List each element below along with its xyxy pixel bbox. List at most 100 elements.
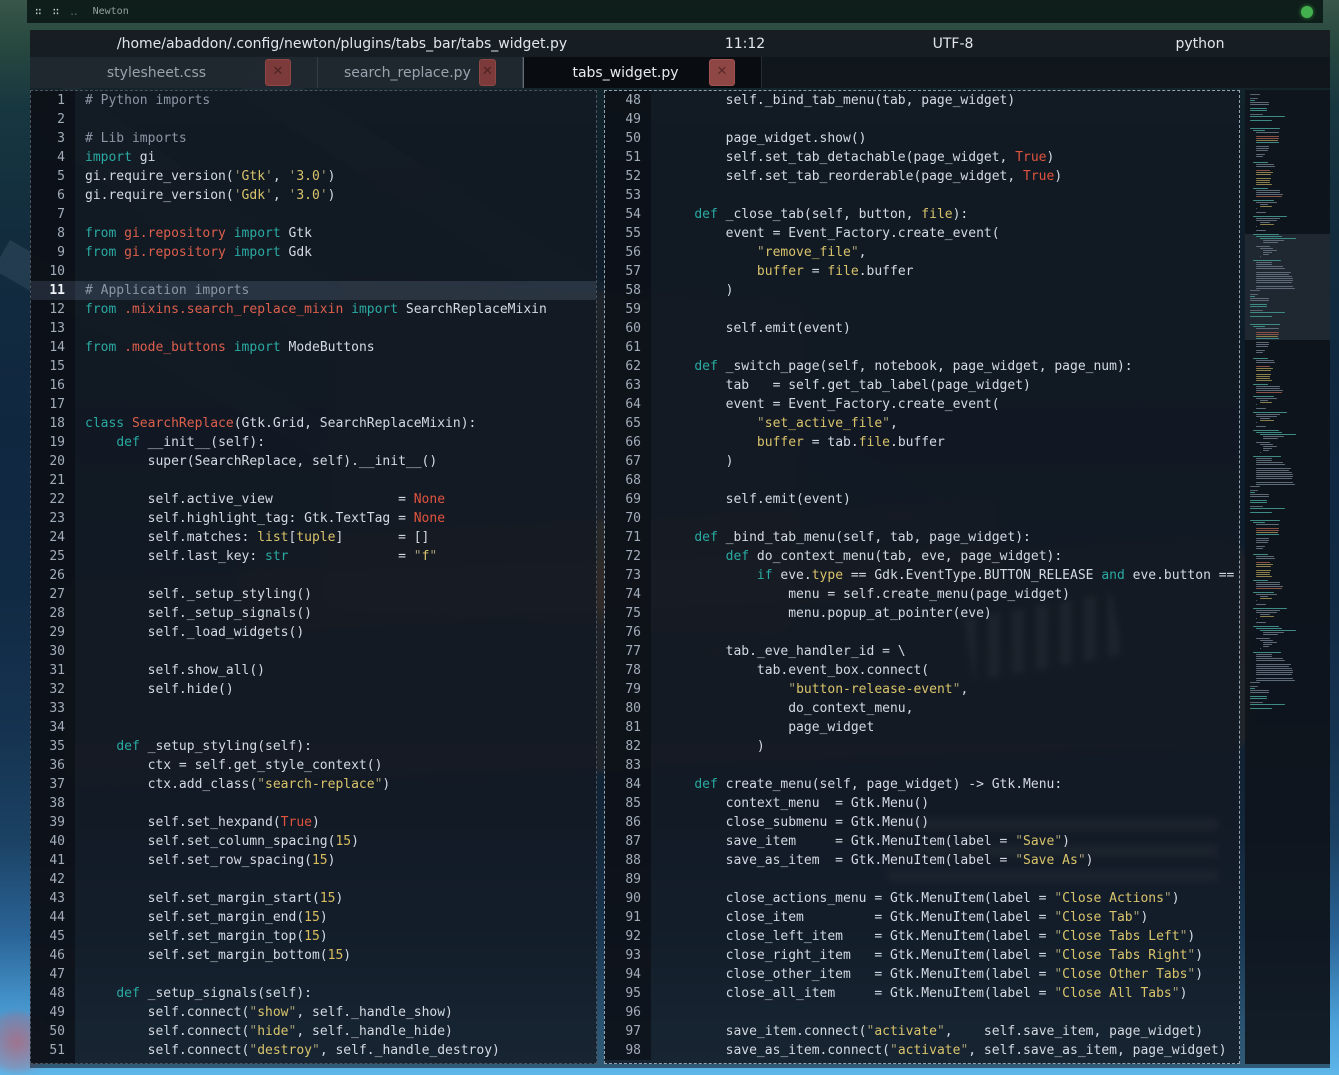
code-line[interactable]: 55 event = Event_Factory.create_event( bbox=[605, 224, 1239, 243]
code-line[interactable]: 56 "remove_file", bbox=[605, 243, 1239, 262]
code-line[interactable]: 31 self.show_all() bbox=[31, 661, 596, 680]
code-line[interactable]: 4import gi bbox=[31, 148, 596, 167]
code-line[interactable]: 37 ctx.add_class("search-replace") bbox=[31, 775, 596, 794]
code-line[interactable]: 74 menu = self.create_menu(page_widget) bbox=[605, 585, 1239, 604]
code-line[interactable]: 62 def _switch_page(self, notebook, page… bbox=[605, 357, 1239, 376]
code-line[interactable]: 15 bbox=[31, 357, 596, 376]
code-line[interactable]: 39 self.set_hexpand(True) bbox=[31, 813, 596, 832]
code-line[interactable]: 59 bbox=[605, 300, 1239, 319]
code-line[interactable]: 46 self.set_margin_bottom(15) bbox=[31, 946, 596, 965]
code-line[interactable]: 8from gi.repository import Gtk bbox=[31, 224, 596, 243]
code-line[interactable]: 70 bbox=[605, 509, 1239, 528]
tab-stylesheet-css[interactable]: stylesheet.css✕ bbox=[30, 57, 318, 88]
code-line[interactable]: 22 self.active_view = None bbox=[31, 490, 596, 509]
code-line[interactable]: 50 self.connect("hide", self._handle_hid… bbox=[31, 1022, 596, 1041]
code-line[interactable]: 14from .mode_buttons import ModeButtons bbox=[31, 338, 596, 357]
code-line[interactable]: 27 self._setup_styling() bbox=[31, 585, 596, 604]
code-line[interactable]: 91 close_item = Gtk.MenuItem(label = "Cl… bbox=[605, 908, 1239, 927]
code-line[interactable]: 81 page_widget bbox=[605, 718, 1239, 737]
code-line[interactable]: 2 bbox=[31, 110, 596, 129]
code-line[interactable]: 11# Application imports bbox=[31, 281, 596, 300]
code-line[interactable]: 26 bbox=[31, 566, 596, 585]
code-line[interactable]: 41 self.set_row_spacing(15) bbox=[31, 851, 596, 870]
code-line[interactable]: 49 bbox=[605, 110, 1239, 129]
code-line[interactable]: 45 self.set_margin_top(15) bbox=[31, 927, 596, 946]
code-line[interactable]: 94 close_other_item = Gtk.MenuItem(label… bbox=[605, 965, 1239, 984]
code-line[interactable]: 38 bbox=[31, 794, 596, 813]
code-line[interactable]: 1# Python imports bbox=[31, 91, 596, 110]
code-line[interactable]: 63 tab = self.get_tab_label(page_widget) bbox=[605, 376, 1239, 395]
code-line[interactable]: 58 ) bbox=[605, 281, 1239, 300]
code-line[interactable]: 78 tab.event_box.connect( bbox=[605, 661, 1239, 680]
code-line[interactable]: 9from gi.repository import Gdk bbox=[31, 243, 596, 262]
code-line[interactable]: 95 close_all_item = Gtk.MenuItem(label =… bbox=[605, 984, 1239, 1003]
code-line[interactable]: 88 save_as_item = Gtk.MenuItem(label = "… bbox=[605, 851, 1239, 870]
code-line[interactable]: 52 bbox=[31, 1060, 596, 1064]
code-line[interactable]: 44 self.set_margin_end(15) bbox=[31, 908, 596, 927]
code-line[interactable]: 23 self.highlight_tag: Gtk.TextTag = Non… bbox=[31, 509, 596, 528]
code-line[interactable]: 83 bbox=[605, 756, 1239, 775]
code-line[interactable]: 5gi.require_version('Gtk', '3.0') bbox=[31, 167, 596, 186]
tab-close-icon[interactable]: ✕ bbox=[709, 59, 735, 86]
code-line[interactable]: 80 do_context_menu, bbox=[605, 699, 1239, 718]
workspace-indicator-2[interactable]: ∷ bbox=[53, 5, 61, 18]
code-line[interactable]: 24 self.matches: list[tuple] = [] bbox=[31, 528, 596, 547]
code-line[interactable]: 71 def _bind_tab_menu(self, tab, page_wi… bbox=[605, 528, 1239, 547]
code-line[interactable]: 66 buffer = tab.file.buffer bbox=[605, 433, 1239, 452]
code-line[interactable]: 35 def _setup_styling(self): bbox=[31, 737, 596, 756]
code-line[interactable]: 73 if eve.type == Gdk.EventType.BUTTON_R… bbox=[605, 566, 1239, 585]
code-line[interactable]: 52 self.set_tab_reorderable(page_widget,… bbox=[605, 167, 1239, 186]
tab-search_replace-py[interactable]: search_replace.py✕ bbox=[318, 57, 523, 88]
code-line[interactable]: 98 save_as_item.connect("activate", self… bbox=[605, 1041, 1239, 1060]
code-line[interactable]: 93 close_right_item = Gtk.MenuItem(label… bbox=[605, 946, 1239, 965]
code-line[interactable]: 89 bbox=[605, 870, 1239, 889]
code-line[interactable]: 43 self.set_margin_start(15) bbox=[31, 889, 596, 908]
code-line[interactable]: 40 self.set_column_spacing(15) bbox=[31, 832, 596, 851]
code-line[interactable]: 67 ) bbox=[605, 452, 1239, 471]
code-line[interactable]: 87 save_item = Gtk.MenuItem(label = "Sav… bbox=[605, 832, 1239, 851]
code-line[interactable]: 85 context_menu = Gtk.Menu() bbox=[605, 794, 1239, 813]
code-line[interactable]: 57 buffer = file.buffer bbox=[605, 262, 1239, 281]
code-line[interactable]: 20 super(SearchReplace, self).__init__() bbox=[31, 452, 596, 471]
code-line[interactable]: 61 bbox=[605, 338, 1239, 357]
code-line[interactable]: 51 self.set_tab_detachable(page_widget, … bbox=[605, 148, 1239, 167]
code-line[interactable]: 29 self._load_widgets() bbox=[31, 623, 596, 642]
code-line[interactable]: 7 bbox=[31, 205, 596, 224]
code-line[interactable]: 72 def do_context_menu(tab, eve, page_wi… bbox=[605, 547, 1239, 566]
code-line[interactable]: 17 bbox=[31, 395, 596, 414]
code-line[interactable]: 36 ctx = self.get_style_context() bbox=[31, 756, 596, 775]
code-line[interactable]: 96 bbox=[605, 1003, 1239, 1022]
code-line[interactable]: 69 self.emit(event) bbox=[605, 490, 1239, 509]
code-line[interactable]: 64 event = Event_Factory.create_event( bbox=[605, 395, 1239, 414]
editor-pane-right[interactable]: 48 self._bind_tab_menu(tab, page_widget)… bbox=[604, 90, 1240, 1064]
code-line[interactable]: 51 self.connect("destroy", self._handle_… bbox=[31, 1041, 596, 1060]
editor-pane-left[interactable]: 1# Python imports23# Lib imports4import … bbox=[30, 90, 597, 1064]
code-line[interactable]: 10 bbox=[31, 262, 596, 281]
code-line[interactable]: 54 def _close_tab(self, button, file): bbox=[605, 205, 1239, 224]
code-line[interactable]: 13 bbox=[31, 319, 596, 338]
code-line[interactable]: 12from .mixins.search_replace_mixin impo… bbox=[31, 300, 596, 319]
code-line[interactable]: 48 self._bind_tab_menu(tab, page_widget) bbox=[605, 91, 1239, 110]
code-line[interactable]: 42 bbox=[31, 870, 596, 889]
code-line[interactable]: 82 ) bbox=[605, 737, 1239, 756]
code-line[interactable]: 76 bbox=[605, 623, 1239, 642]
code-line[interactable]: 21 bbox=[31, 471, 596, 490]
code-line[interactable]: 6gi.require_version('Gdk', '3.0') bbox=[31, 186, 596, 205]
code-line[interactable]: 75 menu.popup_at_pointer(eve) bbox=[605, 604, 1239, 623]
code-line[interactable]: 18class SearchReplace(Gtk.Grid, SearchRe… bbox=[31, 414, 596, 433]
code-line[interactable]: 30 bbox=[31, 642, 596, 661]
code-line[interactable]: 50 page_widget.show() bbox=[605, 129, 1239, 148]
code-line[interactable]: 68 bbox=[605, 471, 1239, 490]
code-line[interactable]: 33 bbox=[31, 699, 596, 718]
code-line[interactable]: 32 self.hide() bbox=[31, 680, 596, 699]
code-line[interactable]: 19 def __init__(self): bbox=[31, 433, 596, 452]
code-line[interactable]: 79 "button-release-event", bbox=[605, 680, 1239, 699]
code-line[interactable]: 77 tab._eve_handler_id = \ bbox=[605, 642, 1239, 661]
code-line[interactable]: 47 bbox=[31, 965, 596, 984]
workspace-indicator-3[interactable]: ‥ bbox=[70, 5, 78, 18]
workspace-indicator-1[interactable]: ∷ bbox=[35, 5, 43, 18]
code-line[interactable]: 92 close_left_item = Gtk.MenuItem(label … bbox=[605, 927, 1239, 946]
code-line[interactable]: 97 save_item.connect("activate", self.sa… bbox=[605, 1022, 1239, 1041]
code-line[interactable]: 16 bbox=[31, 376, 596, 395]
code-line[interactable]: 49 self.connect("show", self._handle_sho… bbox=[31, 1003, 596, 1022]
